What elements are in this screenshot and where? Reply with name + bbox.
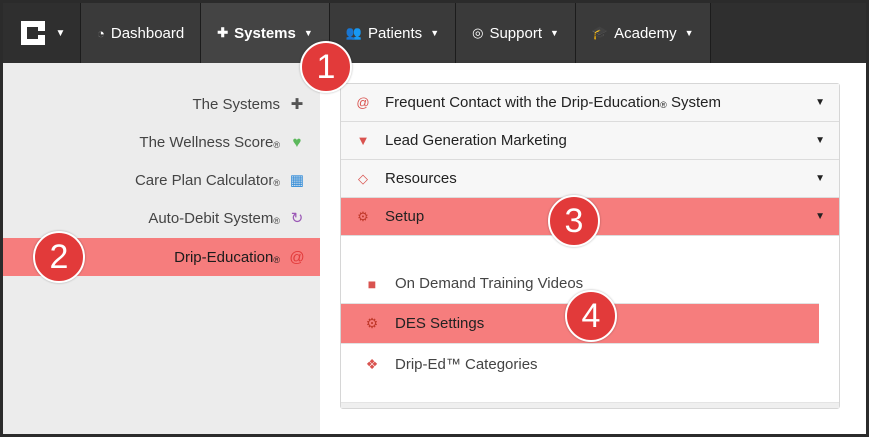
- callout-1: 1: [300, 41, 352, 93]
- sidebar-item-auto-debit[interactable]: Auto-Debit System® ↻: [0, 199, 310, 237]
- cubes-icon: ❖: [365, 355, 379, 372]
- calculator-icon: ▦: [289, 172, 305, 189]
- chevron-down-icon: ▼: [684, 28, 694, 38]
- nav-label: Academy: [614, 24, 677, 42]
- nav-academy[interactable]: 🎓 Academy ▼: [575, 3, 711, 63]
- panel-footer: [341, 402, 839, 408]
- chevron-down-icon: ▼: [815, 211, 825, 222]
- logo-icon: [20, 21, 45, 45]
- gear-icon: ⚙: [365, 315, 379, 331]
- submenu-label: Drip-Ed™ Categories: [395, 355, 538, 373]
- main-content: @ Frequent Contact with the Drip-Educati…: [320, 63, 866, 434]
- callout-3: 3: [548, 195, 600, 247]
- lifebuoy-icon: ◎: [472, 25, 484, 40]
- brand-menu[interactable]: ▼: [3, 3, 81, 63]
- filter-icon: ▼: [356, 133, 370, 148]
- chevron-down-icon: ▼: [550, 28, 559, 38]
- accordion-lead-generation[interactable]: ▼ Lead Generation Marketing ▼: [341, 122, 839, 160]
- accordion-label: Resources: [385, 170, 457, 187]
- callout-4: 4: [565, 290, 617, 342]
- gears-icon: ⚙: [357, 208, 369, 224]
- accordion-label: Lead Generation Marketing: [385, 132, 567, 149]
- nav-label: Systems: [234, 24, 296, 42]
- sidebar-item-wellness-score[interactable]: The Wellness Score® ♥: [0, 123, 310, 161]
- chevron-down-icon: ▼: [55, 27, 66, 39]
- top-navbar: ▼ ◔ Dashboard ✚ Systems ▼ 👥 Patients ▼ ◎…: [3, 3, 866, 63]
- nav-label: Dashboard: [110, 24, 185, 42]
- refresh-icon: ↻: [290, 210, 304, 227]
- accordion-label: Frequent Contact with the Drip-Education…: [385, 94, 721, 111]
- sidebar-item-label: The Wellness Score®: [139, 133, 280, 151]
- nav-support[interactable]: ◎ Support ▼: [456, 3, 576, 63]
- at-icon: @: [289, 248, 305, 266]
- dashboard-icon: ◔: [97, 25, 105, 41]
- chevron-down-icon: ▼: [815, 135, 825, 146]
- submenu-label: On Demand Training Videos: [395, 275, 584, 292]
- sidebar-item-label: The Systems: [192, 95, 280, 113]
- callout-2: 2: [33, 231, 85, 283]
- sidebar-item-care-plan-calculator[interactable]: Care Plan Calculator® ▦: [0, 161, 310, 199]
- sidebar-item-the-systems[interactable]: The Systems ✚: [0, 85, 310, 123]
- nav-label: Patients: [367, 24, 423, 42]
- diamond-icon: ◇: [358, 170, 368, 186]
- chevron-down-icon: ▼: [430, 28, 440, 38]
- accordion-panel: @ Frequent Contact with the Drip-Educati…: [340, 83, 840, 409]
- puzzle-icon: ✚: [217, 25, 229, 40]
- sidebar-item-label: Drip-Education®: [174, 248, 280, 266]
- sidebar-item-label: Auto-Debit System®: [148, 209, 280, 227]
- chevron-down-icon: ▼: [815, 97, 825, 108]
- accordion-resources[interactable]: ◇ Resources ▼: [341, 160, 839, 198]
- video-camera-icon: ■: [367, 275, 377, 292]
- graduation-cap-icon: 🎓: [591, 25, 609, 40]
- at-icon: @: [356, 95, 370, 110]
- puzzle-icon: ✚: [290, 96, 304, 113]
- chevron-down-icon: ▼: [303, 28, 313, 38]
- accordion-frequent-contact[interactable]: @ Frequent Contact with the Drip-Educati…: [341, 84, 839, 122]
- submenu-label: DES Settings: [395, 315, 485, 332]
- submenu-categories[interactable]: ❖ Drip-Ed™ Categories: [341, 344, 819, 384]
- sidebar-item-label: Care Plan Calculator®: [134, 171, 280, 189]
- users-icon: 👥: [345, 25, 362, 40]
- chevron-down-icon: ▼: [815, 173, 825, 184]
- heartbeat-icon: ♥: [292, 133, 302, 151]
- nav-dashboard[interactable]: ◔ Dashboard: [81, 3, 202, 63]
- nav-label: Support: [489, 24, 542, 42]
